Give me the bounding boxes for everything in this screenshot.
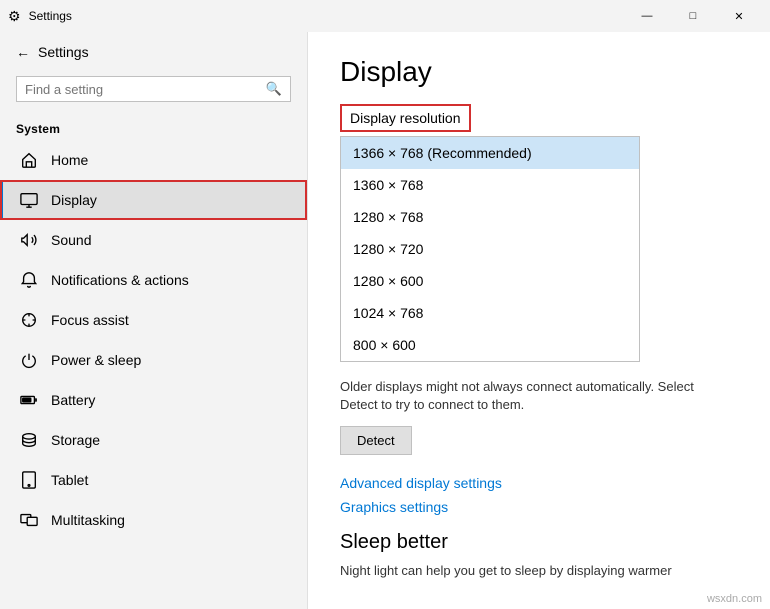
close-button[interactable]: ✕	[716, 0, 762, 32]
titlebar-controls: — □ ✕	[624, 0, 762, 32]
resolution-option-1[interactable]: 1360 × 768	[341, 169, 639, 201]
titlebar-title: Settings	[29, 9, 72, 23]
home-icon	[19, 150, 39, 170]
resolution-option-2[interactable]: 1280 × 768	[341, 201, 639, 233]
sidebar-item-storage-label: Storage	[51, 432, 100, 448]
multitasking-icon	[19, 510, 39, 530]
page-title: Display	[340, 56, 738, 88]
sidebar-item-home[interactable]: Home	[0, 140, 307, 180]
detect-button[interactable]: Detect	[340, 426, 412, 455]
sleep-title: Sleep better	[340, 531, 738, 554]
display-note: Older displays might not always connect …	[340, 378, 720, 414]
sidebar-item-notifications-label: Notifications & actions	[51, 272, 189, 288]
notifications-icon	[19, 270, 39, 290]
resolution-option-0[interactable]: 1366 × 768 (Recommended)	[341, 137, 639, 169]
graphics-link[interactable]: Graphics settings	[340, 499, 738, 515]
titlebar: ⚙ Settings — □ ✕	[0, 0, 770, 32]
titlebar-left: ⚙ Settings	[8, 8, 72, 25]
sidebar-item-battery-label: Battery	[51, 392, 95, 408]
advanced-display-link[interactable]: Advanced display settings	[340, 475, 738, 491]
sidebar-item-power-label: Power & sleep	[51, 352, 141, 368]
main-layout: ← Settings 🔍 System Home	[0, 32, 770, 609]
display-icon	[19, 190, 39, 210]
focus-icon	[19, 310, 39, 330]
sidebar-item-multitasking[interactable]: Multitasking	[0, 500, 307, 540]
search-box[interactable]: 🔍	[16, 76, 291, 102]
sidebar-item-multitasking-label: Multitasking	[51, 512, 125, 528]
sidebar-item-display-label: Display	[51, 192, 97, 208]
minimize-button[interactable]: —	[624, 0, 670, 32]
search-icon: 🔍	[266, 81, 282, 97]
sidebar-item-battery[interactable]: Battery	[0, 380, 307, 420]
back-arrow-icon: ←	[16, 44, 30, 60]
sidebar-item-display[interactable]: Display	[0, 180, 307, 220]
content-area: Display Display resolution 1366 × 768 (R…	[308, 32, 770, 609]
back-label: Settings	[38, 44, 89, 60]
resolution-section: Display resolution	[340, 104, 471, 132]
resolution-option-5[interactable]: 1024 × 768	[341, 297, 639, 329]
power-icon	[19, 350, 39, 370]
sidebar-item-power[interactable]: Power & sleep	[0, 340, 307, 380]
storage-icon	[19, 430, 39, 450]
sidebar-item-tablet[interactable]: Tablet	[0, 460, 307, 500]
resolution-label: Display resolution	[342, 106, 469, 130]
sidebar-item-tablet-label: Tablet	[51, 472, 88, 488]
search-input[interactable]	[25, 82, 260, 97]
resolution-option-6[interactable]: 800 × 600	[341, 329, 639, 361]
sidebar-item-storage[interactable]: Storage	[0, 420, 307, 460]
sidebar-item-focus-label: Focus assist	[51, 312, 129, 328]
night-light-note: Night light can help you get to sleep by…	[340, 562, 720, 580]
sidebar-item-sound[interactable]: Sound	[0, 220, 307, 260]
sidebar-item-notifications[interactable]: Notifications & actions	[0, 260, 307, 300]
sidebar-item-sound-label: Sound	[51, 232, 91, 248]
back-button[interactable]: ← Settings	[0, 32, 307, 72]
settings-app-icon: ⚙	[8, 8, 21, 25]
sound-icon	[19, 230, 39, 250]
sidebar-item-home-label: Home	[51, 152, 88, 168]
section-label: System	[0, 114, 307, 140]
resolution-dropdown[interactable]: 1366 × 768 (Recommended) 1360 × 768 1280…	[340, 136, 640, 362]
maximize-button[interactable]: □	[670, 0, 716, 32]
resolution-option-4[interactable]: 1280 × 600	[341, 265, 639, 297]
resolution-option-3[interactable]: 1280 × 720	[341, 233, 639, 265]
sidebar: ← Settings 🔍 System Home	[0, 32, 308, 609]
battery-icon	[19, 390, 39, 410]
sidebar-item-focus[interactable]: Focus assist	[0, 300, 307, 340]
tablet-icon	[19, 470, 39, 490]
